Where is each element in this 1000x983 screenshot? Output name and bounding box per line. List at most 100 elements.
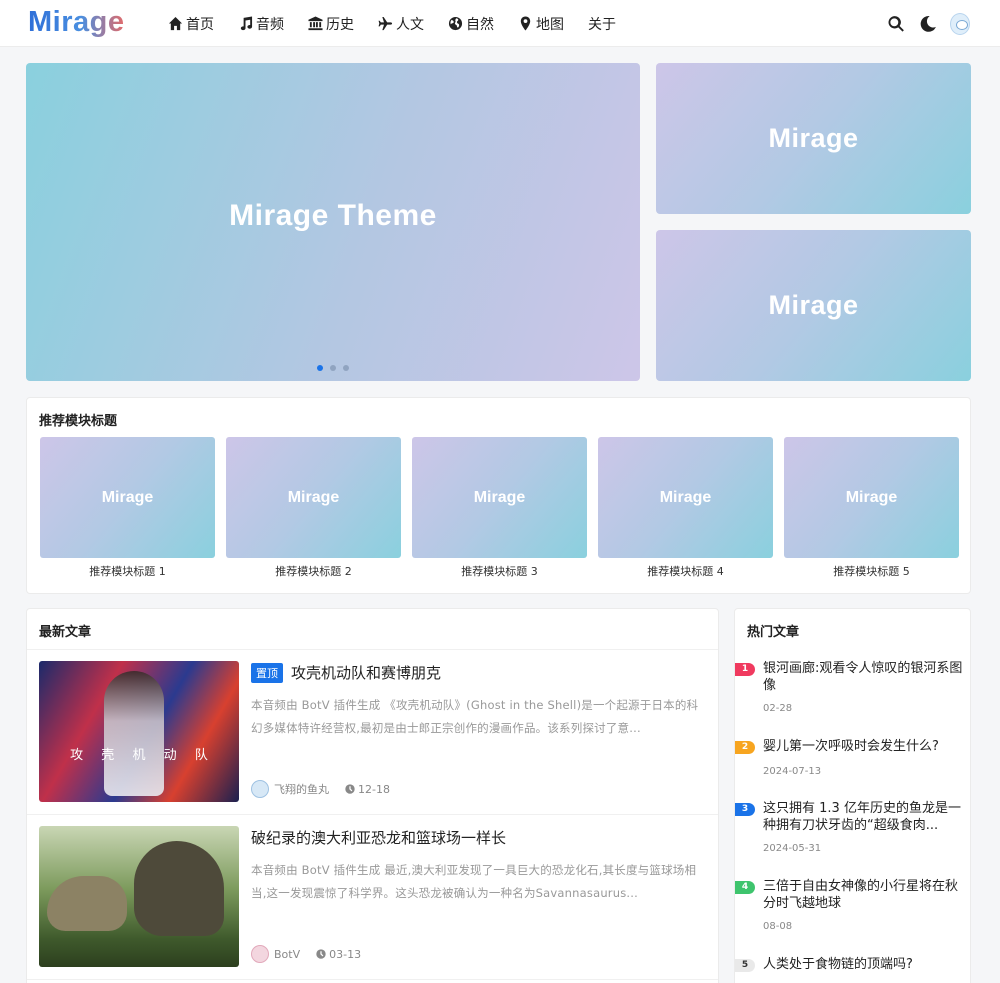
recommend-item[interactable]: Mirage 推荐模块标题 3 — [412, 437, 587, 579]
post-title-text[interactable]: 攻壳机动队和赛博朋克 — [291, 662, 441, 683]
header-actions — [874, 0, 970, 47]
nav-label: 人文 — [396, 16, 424, 33]
hot-item-date: 2024-07-13 — [763, 766, 822, 777]
plane-icon — [378, 16, 393, 31]
nav-item-history[interactable]: 历史 — [308, 0, 354, 47]
nav-label: 首页 — [186, 16, 214, 33]
hot-item-title[interactable]: 银河画廊:观看令人惊叹的银河系图像 — [763, 660, 967, 694]
author-avatar[interactable] — [251, 945, 269, 963]
recommend-label: 推荐模块标题 1 — [89, 565, 166, 578]
clock-icon — [316, 949, 326, 959]
home-icon — [168, 16, 183, 31]
recommend-item[interactable]: Mirage 推荐模块标题 4 — [598, 437, 773, 579]
recommend-thumb: Mirage — [598, 437, 773, 558]
nav-item-culture[interactable]: 人文 — [378, 0, 424, 47]
search-button[interactable] — [886, 14, 906, 34]
moon-icon — [920, 15, 936, 32]
recommend-item[interactable]: Mirage 推荐模块标题 5 — [784, 437, 959, 579]
post-date-text: 12-18 — [358, 782, 390, 796]
dinosaur-image — [39, 826, 239, 967]
recommend-module: 推荐模块标题 Mirage 推荐模块标题 1 Mirage 推荐模块标题 2 M… — [26, 397, 971, 594]
recommend-thumb: Mirage — [784, 437, 959, 558]
main-nav: 首页 音频 历史 人文 自然 地图 关于 — [168, 0, 640, 47]
recommend-label: 推荐模块标题 3 — [461, 565, 538, 578]
recommend-thumb-text: Mirage — [287, 488, 340, 506]
nav-label: 自然 — [466, 16, 494, 33]
recommend-thumb-text: Mirage — [845, 488, 898, 506]
hot-item-title[interactable]: 这只拥有 1.3 亿年历史的鱼龙是一种拥有刀状牙齿的“超级食肉... — [763, 800, 967, 834]
nav-item-map[interactable]: 地图 — [518, 0, 564, 47]
hero-side-title: Mirage — [768, 290, 859, 320]
clock-icon — [345, 784, 355, 794]
user-menu[interactable] — [950, 12, 970, 35]
nav-item-audio[interactable]: 音频 — [238, 0, 284, 47]
recommend-label: 推荐模块标题 2 — [275, 565, 352, 578]
nav-item-about[interactable]: 关于 — [588, 0, 616, 47]
post-meta: BotV 03-13 — [251, 945, 361, 963]
hot-item-title[interactable]: 人类处于食物链的顶端吗? — [763, 956, 967, 973]
recommend-thumb-text: Mirage — [101, 488, 154, 506]
slider-dot-2[interactable] — [330, 365, 336, 371]
hot-item-title[interactable]: 婴儿第一次呼吸时会发生什么? — [763, 738, 967, 755]
post-item[interactable]: 破纪录的澳大利亚恐龙和篮球场一样长 本音频由 BotV 插件生成 最近,澳大利亚… — [39, 826, 709, 968]
hero-side-top[interactable]: Mirage — [656, 63, 971, 214]
hero-slider[interactable]: Mirage Theme — [26, 63, 640, 381]
slider-dots — [26, 365, 640, 371]
rank-badge: 5 — [735, 959, 755, 972]
poster-char: 机 — [132, 748, 146, 763]
slider-dot-3[interactable] — [343, 365, 349, 371]
hot-title: 热门文章 — [747, 625, 800, 640]
nav-item-home[interactable]: 首页 — [168, 0, 214, 47]
recommend-title: 推荐模块标题 — [39, 414, 118, 429]
recommend-thumb-text: Mirage — [659, 488, 712, 506]
bank-icon — [308, 16, 323, 31]
nav-item-nature[interactable]: 自然 — [448, 0, 494, 47]
site-logo[interactable]: Mirage — [28, 6, 124, 39]
post-excerpt: 本音频由 BotV 插件生成 最近,澳大利亚发现了一具巨大的恐龙化石,其长度与篮… — [251, 863, 697, 900]
hot-item-date: 02-28 — [763, 703, 793, 714]
author-avatar[interactable] — [251, 780, 269, 798]
post-thumbnail[interactable] — [39, 826, 239, 967]
latest-title: 最新文章 — [39, 625, 92, 640]
site-header: Mirage 首页 音频 历史 人文 自然 地图 关于 — [0, 0, 1000, 47]
post-date: 12-18 — [345, 783, 390, 796]
rank-badge: 4 — [735, 881, 755, 894]
poster-text: 攻 壳 机 动 队 — [39, 744, 239, 763]
poster-char: 攻 — [70, 748, 84, 763]
nav-label: 关于 — [588, 16, 616, 33]
post-title-text[interactable]: 破纪录的澳大利亚恐龙和篮球场一样长 — [251, 827, 506, 848]
recommend-thumb: Mirage — [226, 437, 401, 558]
hot-item-date: 2024-05-31 — [763, 843, 822, 854]
author-name[interactable]: 飞翔的鱼丸 — [274, 781, 329, 797]
hot-item-title[interactable]: 三倍于自由女神像的小行星将在秋分时飞越地球 — [763, 878, 967, 912]
pinned-badge: 置顶 — [251, 662, 283, 683]
hot-item-date: 08-08 — [763, 921, 793, 932]
nav-label: 音频 — [256, 16, 284, 33]
nav-label: 地图 — [536, 16, 564, 33]
divider — [27, 979, 718, 980]
hero-title: Mirage Theme — [229, 199, 437, 232]
globe-icon — [448, 16, 463, 31]
slider-dot-1[interactable] — [317, 365, 323, 371]
post-title[interactable]: 置顶 攻壳机动队和赛博朋克 — [251, 662, 441, 683]
rank-badge: 3 — [735, 803, 755, 816]
post-date: 03-13 — [316, 948, 361, 961]
latest-posts: 最新文章 攻 壳 机 动 队 置顶 攻壳机动队和赛博朋克 本音频由 BotV 插… — [26, 608, 719, 983]
recommend-label: 推荐模块标题 4 — [647, 565, 724, 578]
divider — [27, 649, 718, 650]
user-avatar — [950, 12, 970, 35]
dark-mode-toggle[interactable] — [918, 14, 938, 34]
author-name[interactable]: BotV — [274, 948, 300, 961]
poster-char: 壳 — [101, 748, 115, 763]
post-title[interactable]: 破纪录的澳大利亚恐龙和篮球场一样长 — [251, 827, 506, 848]
rank-badge: 2 — [735, 741, 755, 754]
post-thumbnail[interactable]: 攻 壳 机 动 队 — [39, 661, 239, 802]
recommend-item[interactable]: Mirage 推荐模块标题 1 — [40, 437, 215, 579]
hot-posts: 热门文章 1 银河画廊:观看令人惊叹的银河系图像 02-28 2 婴儿第一次呼吸… — [734, 608, 971, 983]
poster-char: 队 — [194, 748, 208, 763]
rank-badge: 1 — [735, 663, 755, 676]
hero-side-bottom[interactable]: Mirage — [656, 230, 971, 381]
poster-char: 动 — [163, 748, 177, 763]
post-item[interactable]: 攻 壳 机 动 队 置顶 攻壳机动队和赛博朋克 本音频由 BotV 插件生成 《… — [39, 661, 709, 803]
recommend-item[interactable]: Mirage 推荐模块标题 2 — [226, 437, 401, 579]
